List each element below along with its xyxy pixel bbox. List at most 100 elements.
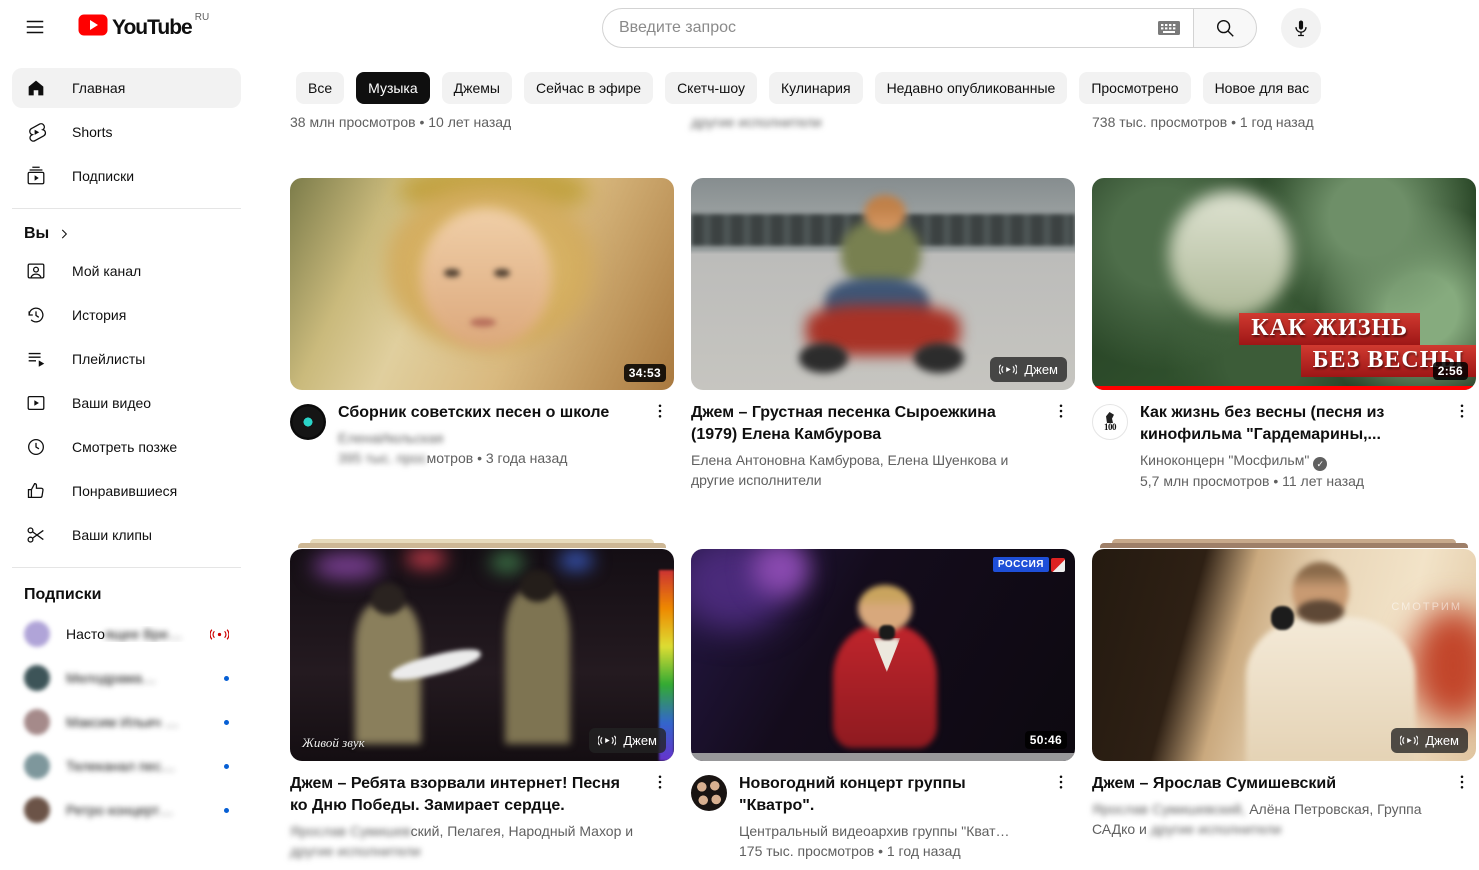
- search-button[interactable]: [1193, 8, 1257, 48]
- channel-name[interactable]: Центральный видеоархив группы "Кват…: [739, 821, 1037, 841]
- sidebar-item-label: Смотреть позже: [72, 439, 177, 455]
- chip-watched[interactable]: Просмотрено: [1079, 72, 1190, 104]
- new-content-dot: [224, 720, 229, 725]
- duration-badge: 50:46: [1025, 731, 1067, 749]
- channel-avatar[interactable]: [691, 775, 727, 811]
- sidebar-item-you[interactable]: Вы: [12, 221, 241, 251]
- chip-cooking[interactable]: Кулинария: [769, 72, 863, 104]
- video-title[interactable]: Сборник советских песен о школе: [338, 402, 636, 424]
- video-thumbnail[interactable]: СМОТРИМ Джем: [1092, 549, 1476, 761]
- video-thumbnail[interactable]: Живой звук Джем: [290, 549, 674, 761]
- video-card: СМОТРИМ Джем Джем – Яро: [1092, 549, 1476, 861]
- sidebar-divider: [12, 567, 241, 568]
- kebab-menu-icon[interactable]: [1049, 402, 1073, 426]
- sidebar-item-my-channel[interactable]: Мой канал: [12, 251, 241, 291]
- microphone-icon: [1291, 18, 1311, 38]
- watch-later-icon: [24, 435, 48, 459]
- video-card: 34:53 Сборник советских песен о школе Ел…: [290, 178, 674, 549]
- logo-wordmark: YouTube: [112, 14, 192, 42]
- sidebar-item-liked-videos[interactable]: Понравившиеся: [12, 471, 241, 511]
- video-views: 38 млн просмотров • 10 лет назад: [290, 112, 674, 132]
- chip-new[interactable]: Новое для вас: [1203, 72, 1322, 104]
- sidebar-item-history[interactable]: История: [12, 295, 241, 335]
- shorts-icon: [24, 120, 48, 144]
- chip-jams[interactable]: Джемы: [442, 72, 512, 104]
- sidebar-divider: [12, 208, 241, 209]
- channel-name[interactable]: Киноконцерн "Мосфильм"✓: [1140, 450, 1438, 471]
- sidebar: Главная Shorts Подписки Вы Мой канал Ист…: [0, 56, 253, 870]
- subscription-channel[interactable]: Мелодрама…: [12, 658, 241, 698]
- home-icon: [24, 76, 48, 100]
- sidebar-item-home[interactable]: Главная: [12, 68, 241, 108]
- subscription-channel[interactable]: Настоящее Вре…: [12, 614, 241, 654]
- filter-chips-bar: Все Музыка Джемы Сейчас в эфире Скетч-шо…: [296, 72, 1476, 104]
- video-artists[interactable]: Елена Антоновна Камбурова, Елена Шуенков…: [691, 450, 1037, 490]
- search-field[interactable]: [602, 8, 1193, 48]
- channel-avatar[interactable]: [290, 404, 326, 440]
- channel-avatar[interactable]: 100: [1092, 404, 1128, 440]
- thumbnail-watermark: Живой звук: [302, 735, 365, 751]
- video-title[interactable]: Как жизнь без весны (песня из кинофильма…: [1140, 402, 1438, 446]
- video-card: КАК ЖИЗНЬ БЕЗ ВЕСНЫ 2:56 100 Как жизнь б…: [1092, 178, 1476, 549]
- chip-music[interactable]: Музыка: [356, 72, 430, 104]
- tv-channel-logo: РОССИЯ: [993, 557, 1065, 572]
- chip-live[interactable]: Сейчас в эфире: [524, 72, 653, 104]
- video-title[interactable]: Джем – Ребята взорвали интернет! Песня к…: [290, 773, 636, 817]
- chip-all[interactable]: Все: [296, 72, 344, 104]
- my-channel-icon: [24, 259, 48, 283]
- keyboard-icon[interactable]: [1157, 19, 1181, 37]
- subscription-channel[interactable]: Телеканал пес…: [12, 746, 241, 786]
- sidebar-item-your-clips[interactable]: Ваши клипы: [12, 515, 241, 555]
- sidebar-item-your-videos[interactable]: Ваши видео: [12, 383, 241, 423]
- subscription-channel[interactable]: Ретро концерт…: [12, 790, 241, 830]
- chip-sketch[interactable]: Скетч-шоу: [665, 72, 757, 104]
- thumbnail-caption: КАК ЖИЗНЬ: [1239, 313, 1420, 345]
- feed: Все Музыка Джемы Сейчас в эфире Скетч-шо…: [253, 56, 1479, 870]
- sidebar-item-label: Плейлисты: [72, 351, 145, 367]
- avatar: [24, 753, 50, 779]
- new-content-dot: [224, 764, 229, 769]
- sidebar-item-subscriptions[interactable]: Подписки: [12, 156, 241, 196]
- sidebar-item-shorts[interactable]: Shorts: [12, 112, 241, 152]
- top-bar: YouTube RU: [0, 0, 1479, 56]
- video-title[interactable]: Новогодний концерт группы "Кватро".: [739, 773, 1037, 817]
- jam-icon: [999, 363, 1017, 376]
- sidebar-item-label: Ваши клипы: [72, 527, 152, 543]
- video-thumbnail[interactable]: Джем: [691, 178, 1075, 390]
- hamburger-menu-icon[interactable]: [24, 16, 54, 40]
- jam-icon: [598, 734, 616, 747]
- video-thumbnail[interactable]: РОССИЯ 50:46: [691, 549, 1075, 761]
- channel-name: Настоящее Вре…: [66, 626, 194, 642]
- youtube-play-icon: [78, 14, 108, 36]
- video-artists[interactable]: Ярослав Сумишевский, Пелагея, Народный М…: [290, 821, 636, 861]
- kebab-menu-icon[interactable]: [1450, 773, 1474, 797]
- video-card: Живой звук Джем Джем –: [290, 549, 674, 861]
- channel-name: Телеканал пес…: [66, 758, 208, 774]
- channel-name: Максим Ильич …: [66, 714, 208, 730]
- subscription-channel[interactable]: Максим Ильич …: [12, 702, 241, 742]
- voice-search-button[interactable]: [1281, 8, 1321, 48]
- channel-name[interactable]: ЕленаИюльская: [338, 428, 636, 448]
- jam-badge: Джем: [589, 728, 666, 753]
- avatar: [24, 797, 50, 823]
- kebab-menu-icon[interactable]: [1450, 402, 1474, 426]
- new-content-dot: [224, 676, 229, 681]
- kebab-menu-icon[interactable]: [648, 402, 672, 426]
- sidebar-item-playlists[interactable]: Плейлисты: [12, 339, 241, 379]
- sidebar-item-watch-later[interactable]: Смотреть позже: [12, 427, 241, 467]
- video-thumbnail[interactable]: КАК ЖИЗНЬ БЕЗ ВЕСНЫ 2:56: [1092, 178, 1476, 390]
- search-input[interactable]: [619, 19, 1157, 37]
- video-title[interactable]: Джем – Ярослав Сумишевский: [1092, 773, 1438, 795]
- thumbnail-watermark: СМОТРИМ: [1391, 601, 1462, 613]
- rossiya-k-emblem: [1051, 558, 1065, 572]
- video-thumbnail[interactable]: 34:53: [290, 178, 674, 390]
- kebab-menu-icon[interactable]: [1049, 773, 1073, 797]
- youtube-logo[interactable]: YouTube RU: [78, 14, 209, 42]
- logo-region-label: RU: [195, 12, 209, 23]
- chip-recent[interactable]: Недавно опубликованные: [875, 72, 1068, 104]
- kebab-menu-icon[interactable]: [648, 773, 672, 797]
- video-artists[interactable]: Ярослав Сумишевский, Алёна Петровская, Г…: [1092, 799, 1438, 839]
- avatar: [24, 665, 50, 691]
- video-title[interactable]: Джем – Грустная песенка Сыроежкина (1979…: [691, 402, 1037, 446]
- subscriptions-heading: Подписки: [12, 580, 241, 614]
